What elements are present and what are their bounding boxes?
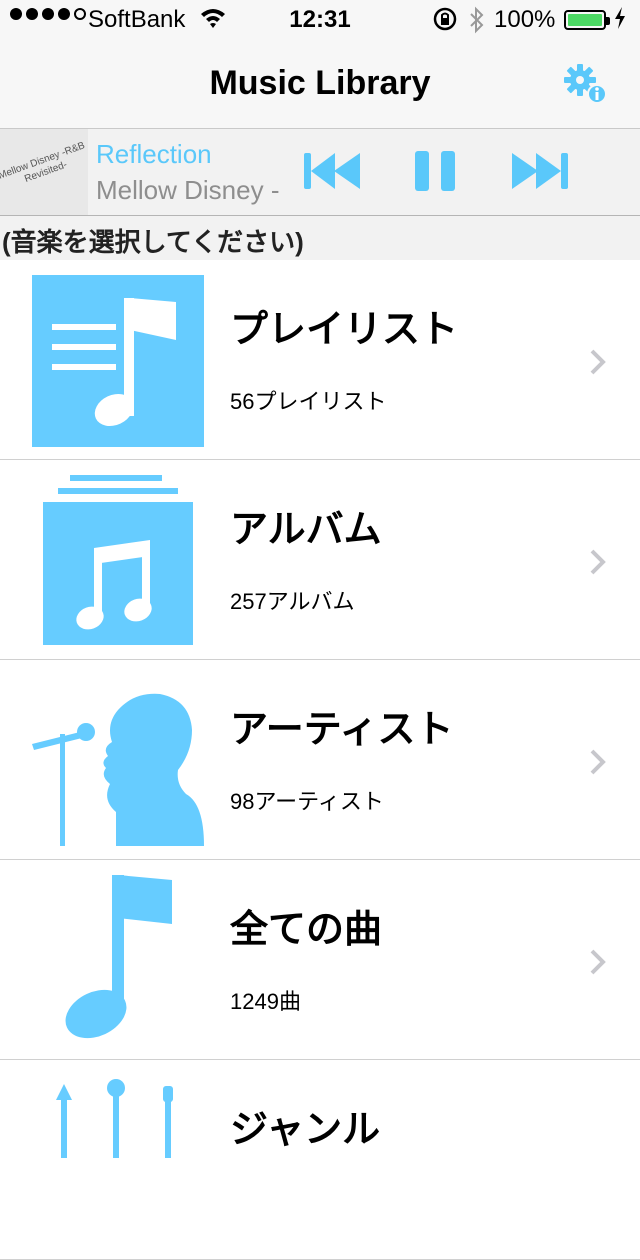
page-title: Music Library <box>209 64 431 102</box>
library-menu-list: プレイリスト 56プレイリスト アルバム 257アルバム アーティスト 98アー… <box>0 260 640 1260</box>
gear-icon <box>564 64 607 104</box>
chevron-right-icon <box>588 748 608 781</box>
row-title: アルバム <box>230 509 382 551</box>
previous-track-button[interactable] <box>302 149 362 198</box>
charging-icon <box>614 6 626 36</box>
row-title: ジャンル <box>230 1109 381 1151</box>
status-bar: SoftBank 12:31 100% <box>0 0 640 40</box>
settings-info-button[interactable] <box>560 62 610 108</box>
list-item-artists[interactable]: アーティスト 98アーティスト <box>0 660 640 860</box>
now-playing-title: Reflection <box>96 139 212 169</box>
section-header-label: (音楽を選択してください) <box>2 227 304 257</box>
next-icon <box>512 153 568 189</box>
row-title: アーティスト <box>230 709 454 751</box>
row-count: 98アーティスト <box>230 789 384 814</box>
navigation-bar: Music Library <box>0 40 640 129</box>
playlist-icon <box>30 272 206 448</box>
list-item-albums[interactable]: アルバム 257アルバム <box>0 460 640 660</box>
row-count: 1249曲 <box>230 989 301 1014</box>
previous-icon <box>304 153 360 189</box>
genre-icon <box>30 1072 206 1248</box>
album-artwork[interactable]: Mellow Disney -R&B Revisited- <box>0 129 88 215</box>
row-count: 257アルバム <box>230 589 355 614</box>
chevron-right-icon <box>588 348 608 381</box>
chevron-right-icon <box>588 948 608 981</box>
pause-button[interactable] <box>412 149 460 198</box>
battery-percentage: 100% <box>494 6 556 33</box>
now-playing-artist: Mellow Disney - <box>96 175 280 205</box>
list-item-playlists[interactable]: プレイリスト 56プレイリスト <box>0 260 640 460</box>
artist-icon <box>30 672 206 848</box>
rotation-lock-icon <box>432 6 458 39</box>
section-header: (音楽を選択してください) <box>0 216 640 260</box>
artwork-text: Mellow Disney -R&B Revisited- <box>0 140 87 185</box>
chevron-right-icon <box>588 548 608 581</box>
row-title: プレイリスト <box>230 309 459 351</box>
row-count: 56プレイリスト <box>230 389 387 414</box>
pause-icon <box>415 151 455 191</box>
row-title: 全ての曲 <box>230 909 383 951</box>
song-icon <box>30 872 206 1048</box>
battery-icon <box>564 10 610 30</box>
list-item-genres[interactable]: ジャンル <box>0 1060 640 1260</box>
list-item-all-songs[interactable]: 全ての曲 1249曲 <box>0 860 640 1060</box>
album-icon <box>30 472 206 648</box>
bluetooth-icon <box>468 6 486 41</box>
next-track-button[interactable] <box>510 149 570 198</box>
now-playing-bar[interactable]: Mellow Disney -R&B Revisited- Reflection… <box>0 129 640 216</box>
